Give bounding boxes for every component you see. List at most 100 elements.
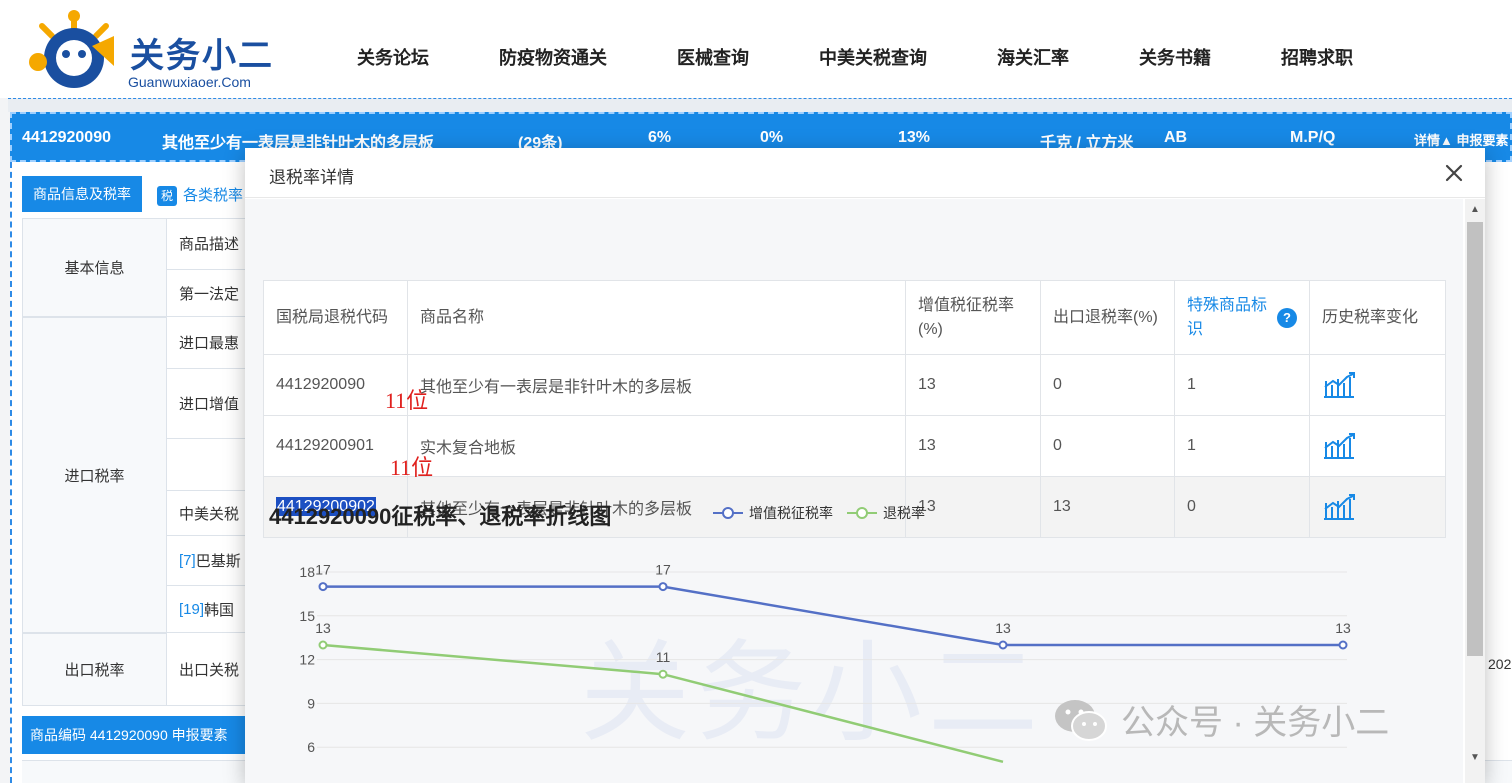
close-icon[interactable]	[1439, 158, 1469, 188]
cell-code: 44129200901	[263, 415, 408, 477]
nav-item-us-tariff[interactable]: 中美关税查询	[784, 44, 962, 70]
refund-rate-modal: 退税率详情 国税局退税代码 商品名称 增值税征税率(%) 出口退税率(%) 特殊…	[245, 148, 1485, 783]
cell-name: 实木复合地板	[407, 415, 906, 477]
row-export-tariff: 出口关税	[167, 633, 252, 706]
legend-item-refund[interactable]: 退税率	[847, 503, 925, 523]
row-first-legal: 第一法定	[167, 270, 252, 317]
col-special-flag-label[interactable]: 特殊商品标识	[1187, 294, 1277, 342]
table-row: 44129200901 实木复合地板 13 0 1	[263, 415, 1446, 477]
section-import-rates: 进口税率	[22, 317, 167, 633]
nav-item-jobs[interactable]: 招聘求职	[1246, 44, 1388, 70]
cell-special: 1	[1174, 354, 1310, 416]
cell-history	[1309, 354, 1446, 416]
modal-scrollbar-thumb[interactable]	[1467, 222, 1483, 656]
legend-item-vat[interactable]: 增值税征税率	[713, 503, 833, 523]
legend-vat-marker	[713, 507, 743, 519]
wechat-icon	[1055, 699, 1107, 741]
col-history: 历史税率变化	[1309, 280, 1446, 355]
section-basic-info: 基本信息	[22, 218, 167, 317]
col-vat-rate: 增值税征税率(%)	[905, 280, 1041, 355]
hs-rate-2: 0%	[760, 129, 784, 146]
nav-item-forum[interactable]: 关务论坛	[322, 44, 464, 70]
annotation-11-digits: 11位	[390, 455, 434, 480]
scroll-down-arrow-icon[interactable]: ▼	[1469, 752, 1481, 764]
legend-refund-marker	[847, 507, 877, 519]
series-point-1	[658, 669, 668, 679]
data-label: 17	[655, 562, 671, 578]
wechat-account-watermark: 公众号 · 关务小二	[1053, 695, 1389, 744]
col-refund-code: 国税局退税代码	[263, 280, 408, 355]
cell-history	[1309, 415, 1446, 477]
tab-tax-rates-label: 各类税率	[183, 187, 244, 204]
history-chart-icon[interactable]	[1322, 432, 1356, 460]
cell-special: 1	[1174, 415, 1310, 477]
logo-text-cn: 关务小二	[130, 36, 274, 76]
row-pakistan-label: 巴基斯	[195, 553, 241, 570]
logo-mascot-icon	[29, 10, 114, 88]
series-point-0	[318, 582, 328, 592]
row-korea-label: 韩国	[204, 601, 235, 619]
row-pakistan[interactable]: [7] 巴基斯	[167, 536, 252, 586]
hs-rate-3: 13%	[898, 129, 931, 146]
history-chart-icon[interactable]	[1322, 371, 1356, 399]
series-point-0	[998, 640, 1008, 650]
y-tick-label: 12	[299, 652, 315, 668]
table-top-strip	[8, 98, 1512, 112]
row-import-mfn: 进口最惠	[167, 317, 252, 369]
cell-refund: 0	[1040, 415, 1175, 477]
hs-detail-link[interactable]: 详情▲ 申报要素	[1414, 130, 1508, 149]
tab-product-info[interactable]: 商品信息及税率	[22, 176, 142, 212]
col-special-flag[interactable]: 特殊商品标识?	[1174, 280, 1310, 355]
nav-item-exchange[interactable]: 海关汇率	[962, 44, 1104, 70]
table-header-row: 国税局退税代码 商品名称 增值税征税率(%) 出口退税率(%) 特殊商品标识? …	[263, 280, 1446, 355]
scroll-up-arrow-icon[interactable]: ▲	[1469, 204, 1481, 216]
y-tick-label: 15	[299, 608, 315, 624]
section-export-rates: 出口税率	[22, 633, 167, 706]
row-us-tariff: 中美关税	[167, 491, 252, 536]
y-tick-label: 9	[307, 695, 315, 711]
row-product-desc: 商品描述	[167, 218, 252, 270]
help-icon[interactable]: ?	[1277, 307, 1297, 328]
y-tick-label: 6	[307, 739, 315, 755]
row-import-vat: 进口增值	[167, 369, 252, 439]
data-label: 13	[1335, 620, 1351, 636]
logo-text-en: Guanwuxiaoer.Com	[128, 74, 251, 90]
site-header: 关务小二 Guanwuxiaoer.Com 关务论坛 防疫物资通关 医械查询 中…	[0, 0, 1512, 98]
cell-name: 其他至少有一表层是非针叶木的多层板	[407, 354, 906, 416]
hs-inspection: M.P/Q	[1290, 129, 1336, 146]
rate-line-chart: 18 15 12 9 6 17 17 13 13 13 11	[299, 562, 1351, 764]
row-korea[interactable]: [19] 韩国	[167, 586, 252, 633]
wechat-account-text: 公众号 · 关务小二	[1121, 704, 1390, 742]
nav-item-devices[interactable]: 医械查询	[642, 44, 784, 70]
series-point-1	[318, 640, 328, 650]
data-label: 13	[995, 620, 1011, 636]
modal-title: 退税率详情	[269, 168, 354, 187]
series-point-0	[1338, 640, 1348, 650]
declaration-elements-bar[interactable]: 商品编码 4412920090 申报要素	[22, 716, 252, 754]
row-blank	[167, 439, 252, 491]
nav-item-books[interactable]: 关务书籍	[1104, 44, 1246, 70]
y-tick-label: 18	[299, 564, 315, 580]
modal-content: 国税局退税代码 商品名称 增值税征税率(%) 出口退税率(%) 特殊商品标识? …	[245, 199, 1463, 783]
legend-refund-label: 退税率	[883, 505, 925, 521]
cell-vat: 13	[905, 354, 1041, 416]
tax-badge-icon: 税	[157, 186, 177, 207]
history-chart-icon[interactable]	[1322, 493, 1356, 521]
right-edge-text: 202	[1488, 656, 1512, 672]
nav-item-epidemic[interactable]: 防疫物资通关	[464, 44, 642, 70]
cell-vat: 13	[905, 415, 1041, 477]
col-product-name: 商品名称	[407, 280, 906, 355]
tab-tax-rates[interactable]: 税各类税率	[157, 184, 244, 207]
site-logo[interactable]: 关务小二 Guanwuxiaoer.Com	[22, 6, 282, 92]
table-row: 4412920090 其他至少有一表层是非针叶木的多层板 13 0 1	[263, 354, 1446, 416]
chart-title: 4412920090征税率、退税率折线图	[269, 504, 612, 529]
data-label: 11	[656, 649, 671, 665]
chart-legend: 增值税征税率 退税率	[713, 503, 939, 523]
data-label: 13	[315, 620, 331, 636]
hs-supervision: AB	[1164, 129, 1188, 146]
legend-vat-label: 增值税征税率	[749, 505, 833, 521]
link-7[interactable]: [7]	[179, 552, 196, 569]
cell-refund: 0	[1040, 354, 1175, 416]
main-nav: 关务论坛 防疫物资通关 医械查询 中美关税查询 海关汇率 关务书籍 招聘求职	[322, 44, 1388, 70]
link-19[interactable]: [19]	[179, 601, 204, 618]
